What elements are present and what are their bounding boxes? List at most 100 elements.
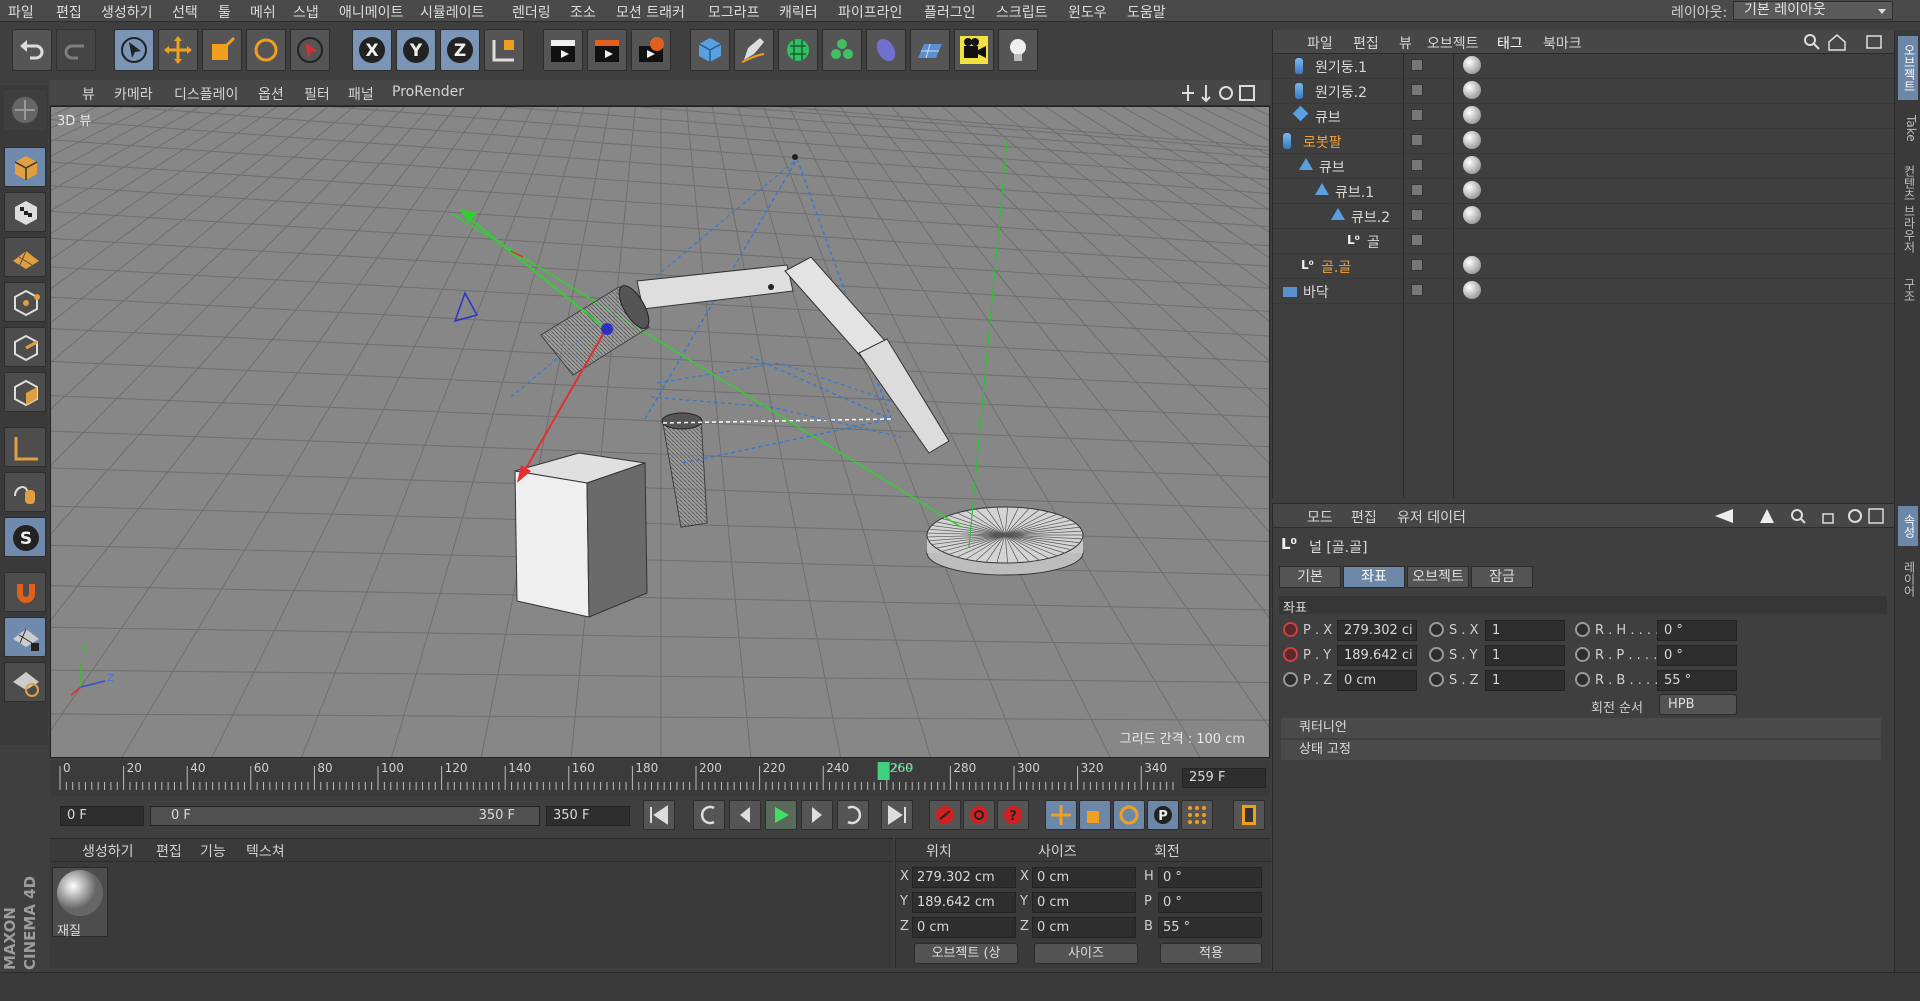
menu-script[interactable]: 스크립트	[996, 2, 1048, 22]
obj-menu-tags[interactable]: 태그	[1497, 33, 1523, 53]
coord-rot-b-field[interactable]: 55 °	[1158, 917, 1262, 938]
select-button[interactable]	[290, 29, 330, 71]
attr-menu-edit[interactable]: 편집	[1351, 507, 1377, 527]
visibility-toggle[interactable]	[1411, 209, 1423, 221]
deformer-button[interactable]	[866, 29, 906, 71]
attr-tab-object[interactable]: 오브젝트	[1407, 566, 1469, 588]
camera-button[interactable]	[954, 29, 994, 71]
sy-anim-toggle[interactable]	[1429, 647, 1444, 662]
menu-sculpt[interactable]: 조소	[570, 2, 596, 22]
autokey-button[interactable]	[963, 800, 995, 830]
attr-tab-basic[interactable]: 기본	[1279, 566, 1341, 588]
menu-render[interactable]: 렌더링	[512, 2, 551, 22]
visibility-toggle[interactable]	[1411, 284, 1423, 296]
visibility-toggle[interactable]	[1411, 84, 1423, 96]
mograph-cloner-button[interactable]	[822, 29, 862, 71]
object-row[interactable]: 바닥	[1273, 279, 1895, 304]
mat-menu-create[interactable]: 생성하기	[82, 841, 134, 861]
points-mode-button[interactable]	[4, 282, 46, 322]
menu-plugins[interactable]: 플러그인	[924, 2, 976, 22]
viewport-menu-panel[interactable]: 패널	[348, 84, 374, 104]
obj-menu-view[interactable]: 뷰	[1399, 33, 1412, 53]
menu-edit[interactable]: 편집	[56, 2, 82, 22]
go-to-end-button[interactable]	[881, 800, 913, 830]
prev-key-button[interactable]	[693, 800, 725, 830]
menu-character[interactable]: 캐릭터	[779, 2, 818, 22]
section-freeze[interactable]: 상태 고정	[1281, 740, 1881, 760]
attr-tab-lock[interactable]: 잠금	[1471, 566, 1533, 588]
key-rotation-button[interactable]	[1113, 800, 1145, 830]
material-tag-icon[interactable]	[1463, 106, 1481, 124]
visibility-toggle[interactable]	[1411, 134, 1423, 146]
coord-pos-x-field[interactable]: 279.302 cm	[912, 867, 1016, 888]
rotate-button[interactable]	[246, 29, 286, 71]
rb-anim-toggle[interactable]	[1575, 672, 1590, 687]
side-tab-structure[interactable]: 구조	[1898, 270, 1918, 310]
coord-size-y-field[interactable]: 0 cm	[1032, 892, 1136, 913]
render-settings-button[interactable]	[631, 29, 671, 71]
menu-mesh[interactable]: 메쉬	[250, 2, 276, 22]
visibility-toggle[interactable]	[1411, 59, 1423, 71]
undo-button[interactable]	[12, 29, 52, 71]
attr-menu-mode[interactable]: 모드	[1307, 507, 1333, 527]
next-frame-button[interactable]	[801, 800, 833, 830]
material-tag-icon[interactable]	[1463, 206, 1481, 224]
viewport-menu-filter[interactable]: 필터	[304, 84, 330, 104]
render-view-button[interactable]	[543, 29, 583, 71]
model-mode-button[interactable]	[4, 147, 46, 187]
side-tab-attributes[interactable]: 속성	[1898, 506, 1918, 546]
material-tag-icon[interactable]	[1463, 56, 1481, 74]
material-tag-icon[interactable]	[1463, 256, 1481, 274]
viewport-nav-icons[interactable]	[1182, 84, 1266, 102]
rp-field[interactable]: 0 °	[1657, 645, 1737, 666]
object-name[interactable]: 골	[1367, 232, 1380, 252]
3d-viewport[interactable]: Y Z 3D 뷰 그리드 간격 : 100 cm	[50, 106, 1270, 758]
pen-tool-button[interactable]	[734, 29, 774, 71]
object-name[interactable]: 큐브.1	[1335, 182, 1374, 202]
visibility-toggle[interactable]	[1411, 184, 1423, 196]
next-key-button[interactable]	[837, 800, 869, 830]
start-frame-field[interactable]: 0 F	[60, 806, 144, 826]
sz-field[interactable]: 1	[1485, 670, 1565, 691]
layout-select[interactable]: 기본 레이아웃	[1733, 1, 1893, 20]
rh-anim-toggle[interactable]	[1575, 622, 1590, 637]
search-icon[interactable]	[1803, 33, 1889, 51]
rp-anim-toggle[interactable]	[1575, 647, 1590, 662]
mat-menu-function[interactable]: 기능	[200, 841, 226, 861]
coord-pos-z-field[interactable]: 0 cm	[912, 917, 1016, 938]
render-picture-viewer-button[interactable]	[587, 29, 627, 71]
play-button[interactable]	[765, 800, 797, 830]
object-name[interactable]: 큐브.2	[1351, 207, 1390, 227]
viewport-menu-camera[interactable]: 카메라	[114, 84, 153, 104]
coord-rot-h-field[interactable]: 0 °	[1158, 867, 1262, 888]
object-name[interactable]: 로봇팔	[1303, 132, 1342, 152]
rb-field[interactable]: 55 °	[1657, 670, 1737, 691]
tweak-mode-button[interactable]	[4, 472, 46, 512]
sx-field[interactable]: 1	[1485, 620, 1565, 641]
px-anim-toggle[interactable]	[1283, 622, 1298, 637]
key-pla-button[interactable]	[1181, 800, 1213, 830]
visibility-toggle[interactable]	[1411, 159, 1423, 171]
sz-anim-toggle[interactable]	[1429, 672, 1444, 687]
keyframe-selection-button[interactable]: ?	[997, 800, 1029, 830]
material-tag-icon[interactable]	[1463, 181, 1481, 199]
edges-mode-button[interactable]	[4, 327, 46, 367]
menu-mograph[interactable]: 모그라프	[708, 2, 760, 22]
timeline-window-button[interactable]	[1233, 800, 1265, 830]
pz-field[interactable]: 0 cm	[1337, 670, 1417, 691]
object-row[interactable]: 원기둥.2	[1273, 79, 1895, 104]
material-tag-icon[interactable]	[1463, 281, 1481, 299]
py-field[interactable]: 189.642 ci	[1337, 645, 1417, 666]
visibility-toggle[interactable]	[1411, 234, 1423, 246]
viewport-menu-options[interactable]: 옵션	[258, 84, 284, 104]
mat-menu-texture[interactable]: 텍스쳐	[246, 841, 285, 861]
solo-button[interactable]: S	[4, 517, 46, 557]
side-tab-objects[interactable]: 오브젝트	[1898, 36, 1918, 100]
end-frame-field[interactable]: 350 F	[546, 806, 630, 826]
visibility-toggle[interactable]	[1411, 259, 1423, 271]
menu-file[interactable]: 파일	[8, 2, 34, 22]
object-name[interactable]: 큐브	[1315, 107, 1341, 127]
object-row[interactable]: L⁰ 골.골	[1273, 254, 1895, 279]
key-position-button[interactable]	[1045, 800, 1077, 830]
object-row[interactable]: L⁰ 골	[1273, 229, 1895, 254]
